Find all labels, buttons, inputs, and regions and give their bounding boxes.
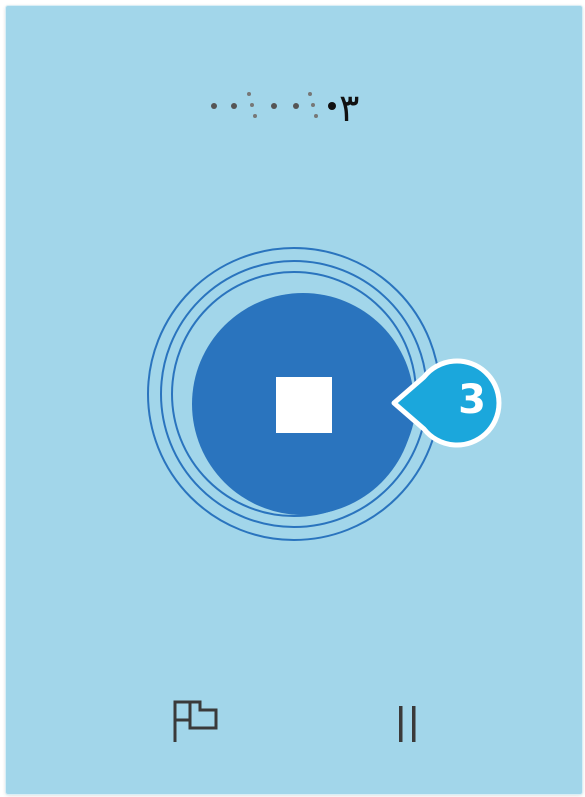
timer-dot (250, 103, 254, 107)
stop-button[interactable] (192, 293, 414, 515)
timer-dot (211, 103, 217, 109)
timer-dot (271, 103, 277, 109)
timer-dot (231, 103, 237, 109)
timer-dot (308, 92, 312, 96)
pause-button[interactable] (380, 692, 444, 756)
timer-dot (328, 102, 336, 110)
timer-dot (311, 103, 315, 107)
callout-badge (391, 358, 502, 448)
timer-dot (247, 92, 251, 96)
timer-dot (253, 114, 257, 118)
stopwatch-panel: ٣ 3 (6, 6, 582, 794)
timer-dot (293, 103, 299, 109)
timer-display: ٣ (211, 86, 359, 130)
lap-button[interactable] (166, 692, 230, 756)
flag-icon (173, 700, 218, 742)
pause-icon (399, 706, 416, 742)
timer-digit: ٣ (339, 86, 359, 130)
stop-icon (276, 377, 332, 433)
timer-dot (314, 114, 318, 118)
